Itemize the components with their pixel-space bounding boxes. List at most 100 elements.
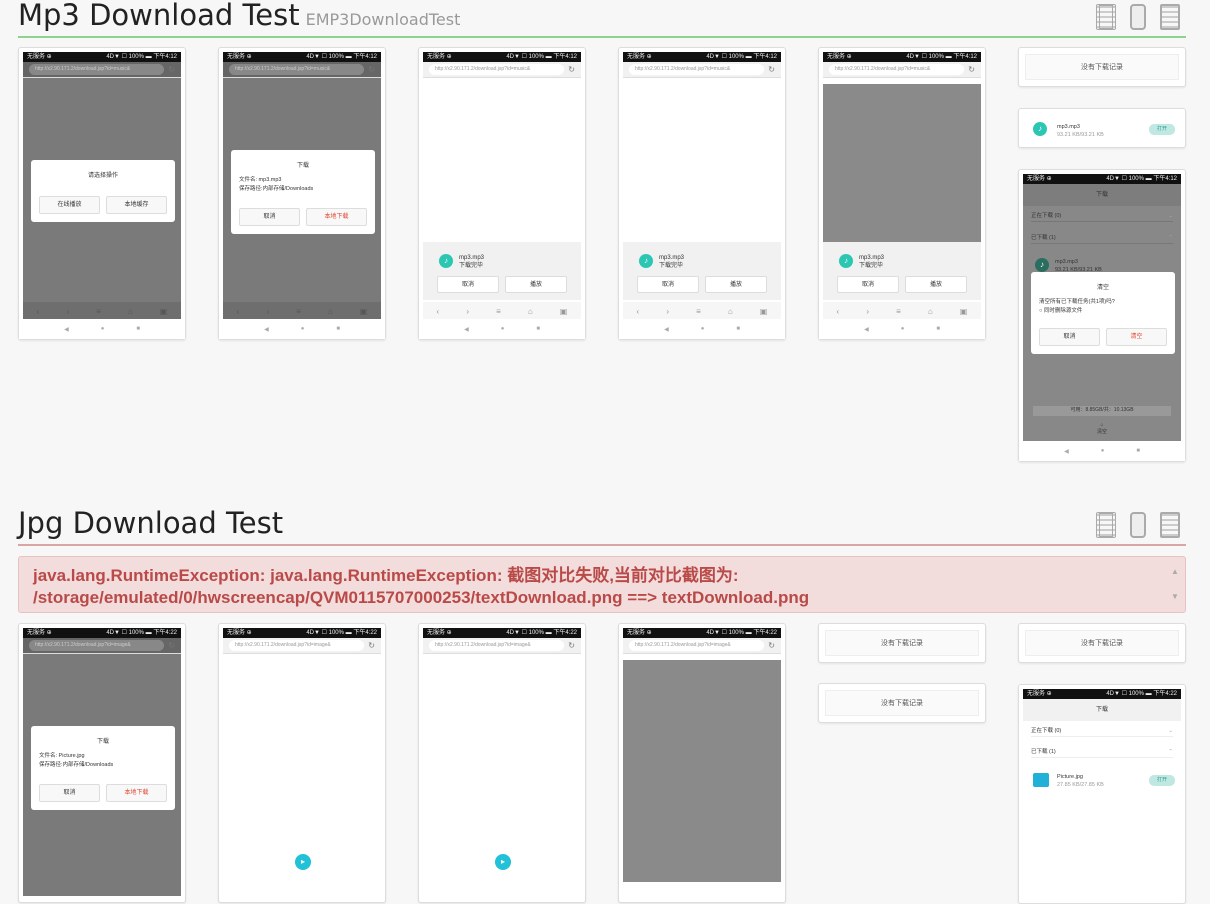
status-bar: 无服务 ⊕ 4D▼ ☐ 100% ▬ 下午4:12	[423, 52, 581, 62]
screenshot-card[interactable]: 无服务 ⊕ 4D▼ ☐ 100% ▬ 下午4:12 http://x2.90.17…	[18, 47, 186, 340]
cancel-button[interactable]: 取消	[637, 276, 699, 293]
url-text: http://x2.90.171.2/download.jsp?id=music…	[229, 64, 365, 75]
tabs-icon: ▣	[159, 306, 168, 316]
mp3-section-subtitle: EMP3DownloadTest	[305, 10, 461, 29]
screenshot-card[interactable]: 没有下载记录	[1018, 623, 1186, 663]
open-button[interactable]: 打开	[1149, 124, 1175, 135]
list-view-icon[interactable]	[1160, 4, 1180, 30]
scrollbar[interactable]: ▲ ▼	[1171, 561, 1181, 608]
screenshot-card[interactable]: 没有下载记录	[818, 623, 986, 663]
cancel-button[interactable]: 取消	[437, 276, 499, 293]
cancel-button[interactable]: 取消	[39, 784, 100, 802]
view-toggle-group	[1096, 512, 1180, 538]
page-content	[623, 660, 781, 882]
phone-screen: 无服务 ⊕ 4D▼ ☐ 100% ▬ 下午4:12 http://x2.90.17…	[823, 52, 981, 320]
downloads-folder-icon[interactable]: ▸	[295, 854, 311, 870]
download-info: 文件名: mp3.mp3 保存路径:内部存储/Downloads	[239, 177, 314, 192]
local-download-button[interactable]: 本地下载	[306, 208, 367, 226]
dialog-title: 清空	[1096, 285, 1109, 291]
download-state: 下载完毕	[459, 263, 484, 269]
screenshot-card[interactable]: 无服务 ⊕ 4D▼ ☐ 100% ▬ 下午4:12 http://x2.90.17…	[618, 47, 786, 340]
screenshot-card[interactable]: 无服务 ⊕ 4D▼ ☐ 100% ▬ 下午4:22 http://x2.90.17…	[618, 623, 786, 903]
dialog-title: 请选择操作	[87, 173, 118, 179]
home-icon: ⌂	[127, 306, 133, 316]
film-view-icon[interactable]	[1096, 512, 1116, 538]
cancel-button[interactable]: 取消	[239, 208, 300, 226]
download-complete-panel: ♪ mp3.mp3 下载完毕 取消 播放	[423, 242, 581, 300]
dialog-title: 下载	[96, 739, 109, 745]
url-text: http://x2.90.171.2/download.jsp?id=music…	[629, 64, 765, 75]
error-message: java.lang.RuntimeException: java.lang.Ru…	[18, 556, 1186, 613]
phone-screen: 无服务 ⊕ 4D▼ ☐ 100% ▬ 下午4:12 下载 正在下载 (0) ⌄ 已下…	[1023, 174, 1181, 442]
reload-icon: ↻	[568, 65, 575, 74]
phone-screen: 无服务 ⊕ 4D▼ ☐ 100% ▬ 下午4:22 下载 正在下载 (0) ⌄ 已下…	[1023, 689, 1181, 899]
jpg-section-title: Jpg Download Test	[18, 506, 284, 540]
screenshot-card[interactable]: 无服务 ⊕ 4D▼ ☐ 100% ▬ 下午4:22 下载 正在下载 (0) ⌄ 已下…	[1018, 684, 1186, 904]
clear-button[interactable]: 清空	[1106, 328, 1167, 346]
phone-screen: 无服务 ⊕ 4D▼ ☐ 100% ▬ 下午4:22 http://x2.90.17…	[23, 628, 181, 896]
screenshot-card[interactable]: 没有下载记录	[1018, 47, 1186, 87]
phone-screen: 无服务 ⊕ 4D▼ ☐ 100% ▬ 下午4:12 http://x2.90.17…	[223, 52, 381, 320]
music-icon: ♪	[639, 254, 653, 268]
screenshot-card[interactable]: 无服务 ⊕ 4D▼ ☐ 100% ▬ 下午4:22 http://x2.90.17…	[218, 623, 386, 903]
browser-nav: ‹ › ≡ ⌂ ▣	[823, 302, 981, 320]
music-icon: ♪	[439, 254, 453, 268]
manager-title: 下载	[1023, 699, 1181, 721]
file-name: Picture.jpg	[1057, 774, 1083, 780]
screenshot-card[interactable]: 无服务 ⊕ 4D▼ ☐ 100% ▬ 下午4:22 http://x2.90.17…	[418, 623, 586, 903]
url-bar: http://x2.90.171.2/download.jsp?id=music…	[23, 62, 181, 78]
play-button[interactable]: 播放	[705, 276, 767, 293]
downloading-row[interactable]: 正在下载 (0) ⌄	[1031, 725, 1173, 737]
phone-view-icon[interactable]	[1130, 512, 1146, 538]
screenshot-card[interactable]: 无服务 ⊕ 4D▼ ☐ 100% ▬ 下午4:12 http://x2.90.17…	[418, 47, 586, 340]
phone-screen: 无服务 ⊕ 4D▼ ☐ 100% ▬ 下午4:22 http://x2.90.17…	[423, 628, 581, 896]
jpg-section: Jpg Download Test	[18, 506, 1186, 546]
list-view-icon[interactable]	[1160, 512, 1180, 538]
mp3-section-title: Mp3 Download Test EMP3DownloadTest	[18, 0, 461, 32]
recent-nav-icon: ■	[136, 326, 140, 332]
downloads-folder-icon[interactable]: ▸	[495, 854, 511, 870]
no-record-text: 没有下载记录	[825, 690, 979, 716]
screenshot-card[interactable]: 无服务 ⊕ 4D▼ ☐ 100% ▬ 下午4:22 http://x2.90.17…	[18, 623, 186, 903]
url-text: http://x2.90.171.2/download.jsp?id=music…	[29, 64, 165, 75]
screenshot-card[interactable]: 无服务 ⊕ 4D▼ ☐ 100% ▬ 下午4:12 http://x2.90.17…	[218, 47, 386, 340]
download-complete-panel: ♪ mp3.mp3 下载完毕 取消 播放	[823, 242, 981, 300]
file-size: 93.21 KB/93.21 KB	[1057, 132, 1104, 138]
screenshot-card[interactable]: 没有下载记录	[818, 683, 986, 723]
browser-nav: ‹ › ≡ ⌂ ▣	[223, 302, 381, 320]
status-bar: 无服务 ⊕ 4D▼ ☐ 100% ▬ 下午4:12	[623, 52, 781, 62]
phone-view-icon[interactable]	[1130, 4, 1146, 30]
cancel-button[interactable]: 取消	[837, 276, 899, 293]
no-record-text: 没有下载记录	[825, 630, 979, 656]
downloaded-row[interactable]: 已下载 (1) ⌃	[1031, 232, 1173, 244]
screenshot-card[interactable]: 无服务 ⊕ 4D▼ ☐ 100% ▬ 下午4:12 http://x2.90.17…	[818, 47, 986, 340]
music-icon: ♪	[1033, 122, 1047, 136]
local-download-button[interactable]: 本地下载	[106, 784, 167, 802]
system-nav: ◀ ● ■	[819, 319, 985, 339]
file-size: 27.85 KB/27.85 KB	[1057, 782, 1104, 788]
downloaded-row[interactable]: 已下载 (1) ⌃	[1031, 746, 1173, 758]
url-bar: http://x2.90.171.2/download.jsp?id=music…	[223, 62, 381, 78]
open-button[interactable]: 打开	[1149, 775, 1175, 786]
download-dialog: 下载 文件名: mp3.mp3 保存路径:内部存储/Downloads 取消 本地下…	[231, 150, 375, 234]
play-button[interactable]: 播放	[505, 276, 567, 293]
download-dialog: 下载 文件名: Picture.jpg 保存路径:内部存储/Downloads 取…	[31, 726, 175, 810]
screenshot-card[interactable]: 无服务 ⊕ 4D▼ ☐ 100% ▬ 下午4:12 下载 正在下载 (0) ⌄ 已下…	[1018, 169, 1186, 462]
local-cache-button[interactable]: 本地缓存	[106, 196, 167, 214]
clear-label: 清空	[1096, 429, 1107, 435]
status-bar: 无服务 ⊕ 4D▼ ☐ 100% ▬ 下午4:12	[1023, 174, 1181, 184]
error-line-2: /storage/emulated/0/hwscreencap/QVM01157…	[33, 588, 810, 607]
film-view-icon[interactable]	[1096, 4, 1116, 30]
online-play-button[interactable]: 在线播放	[39, 196, 100, 214]
error-line-1: java.lang.RuntimeException: java.lang.Ru…	[33, 566, 739, 585]
no-record-text: 没有下载记录	[1025, 54, 1179, 80]
phone-screen: 无服务 ⊕ 4D▼ ☐ 100% ▬ 下午4:12 http://x2.90.17…	[423, 52, 581, 320]
mp3-section-header: Mp3 Download Test EMP3DownloadTest	[18, 0, 1186, 38]
phone-screen: 无服务 ⊕ 4D▼ ☐ 100% ▬ 下午4:12 http://x2.90.17…	[23, 52, 181, 320]
checkbox-icon[interactable]: ○	[1039, 308, 1042, 314]
play-button[interactable]: 播放	[905, 276, 967, 293]
downloading-row[interactable]: 正在下载 (0) ⌄	[1031, 210, 1173, 222]
cancel-button[interactable]: 取消	[1039, 328, 1100, 346]
status-bar: 无服务 ⊕ 4D▼ ☐ 100% ▬ 下午4:12	[223, 52, 381, 62]
screenshot-card[interactable]: ♪ mp3.mp3 93.21 KB/93.21 KB 打开	[1018, 108, 1186, 148]
